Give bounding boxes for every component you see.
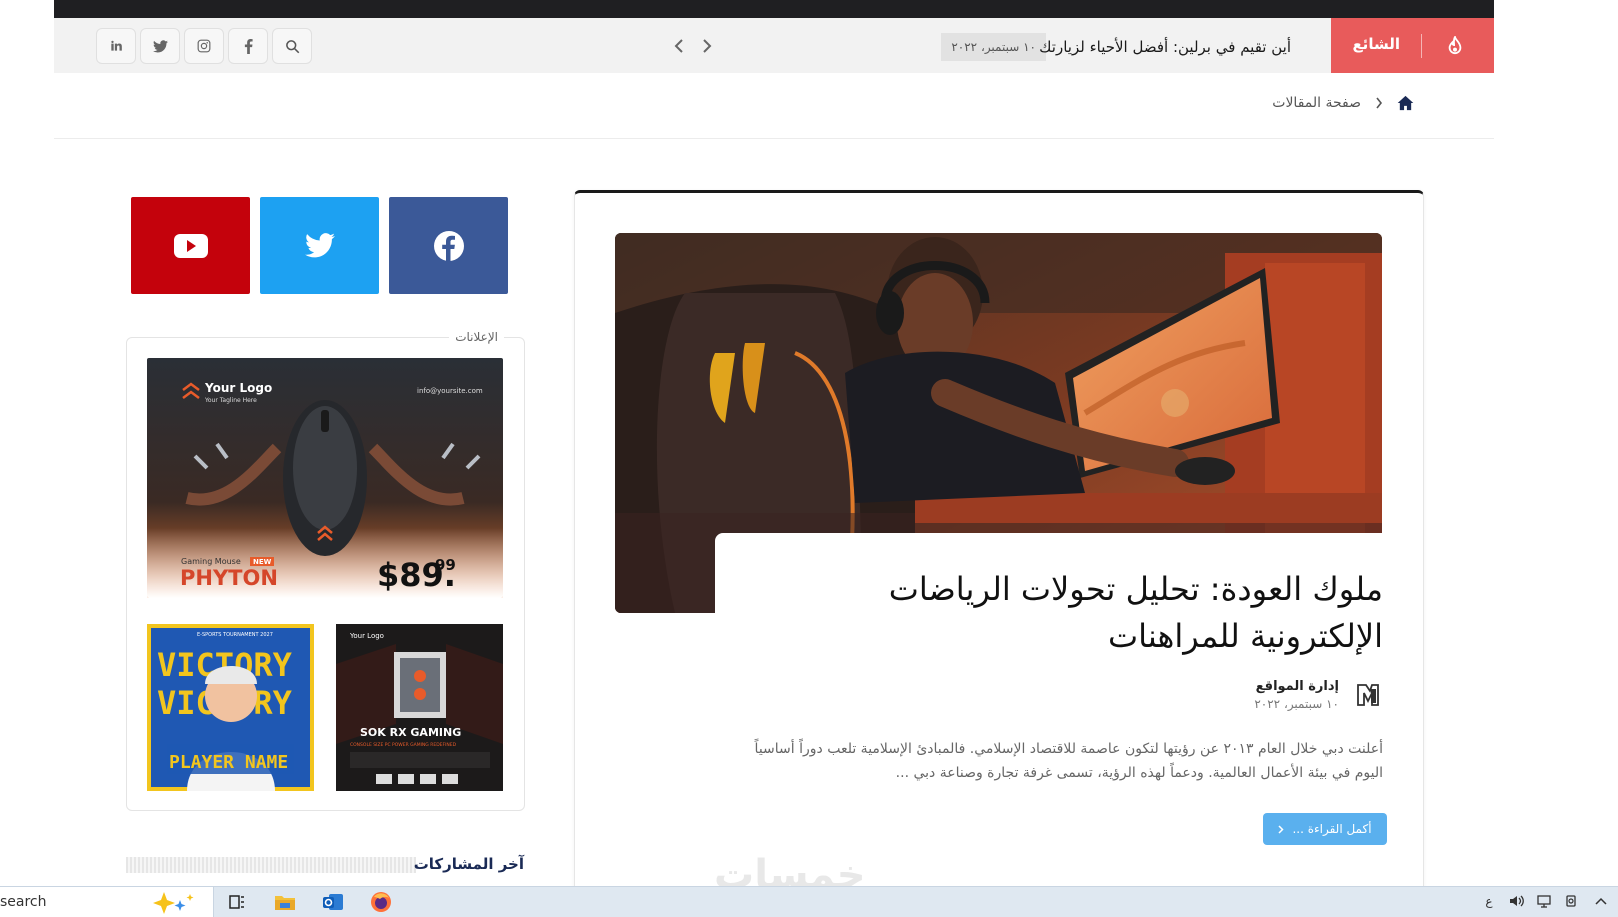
twitter-icon xyxy=(152,39,168,52)
linkedin-link[interactable] xyxy=(96,28,136,64)
twitter-link[interactable] xyxy=(140,28,180,64)
chevron-left-icon xyxy=(674,39,683,53)
author-text: إدارة المواقع ١٠ سبتمبر، ٢٠٢٢ xyxy=(1254,679,1339,711)
trending-label-box: الشائع xyxy=(1331,18,1494,73)
taskbar: search ع xyxy=(0,886,1618,917)
trending-divider xyxy=(1421,34,1422,58)
article-card: ملوك العودة: تحليل تحولات الرياضات الإلك… xyxy=(574,190,1424,886)
author-block: إدارة المواقع ١٠ سبتمبر، ٢٠٢٢ xyxy=(1254,679,1383,711)
latest-posts-divider xyxy=(126,857,416,873)
chevron-up-icon[interactable] xyxy=(1592,891,1610,911)
ad-tagline: Your Tagline Here xyxy=(204,397,257,404)
taskbar-apps xyxy=(222,890,396,914)
taskbar-search-text: search xyxy=(0,894,47,910)
firefox-button[interactable] xyxy=(366,890,396,914)
article-excerpt: أعلنت دبي خلال العام ٢٠١٣ عن رؤيتها لتكو… xyxy=(754,741,1383,781)
youtube-button[interactable] xyxy=(131,197,250,294)
ad-badge: NEW xyxy=(253,558,272,566)
ticker-headline-link[interactable]: أين تقيم في برلين: أفضل الأحياء لزيارتك xyxy=(1039,38,1291,56)
ads-widget: الإعلانات Your Logo Your Tagline Here in… xyxy=(126,330,525,811)
search-button[interactable] xyxy=(272,28,312,64)
file-explorer-button[interactable] xyxy=(270,890,300,914)
watermark: خمسات xyxy=(714,852,866,886)
author-logo-icon xyxy=(1357,684,1379,706)
firefox-icon xyxy=(371,892,391,912)
ad-logo-text: Your Logo xyxy=(204,381,272,395)
ad-banner-gaming-mouse[interactable]: Your Logo Your Tagline Here info@yoursit… xyxy=(147,358,503,598)
ad-esports-tournament[interactable]: E-SPORTS TOURNAMENT 2027 VICTORY VICTORY… xyxy=(147,624,314,791)
author-name-link[interactable]: إدارة المواقع xyxy=(1254,679,1339,694)
chevron-right-icon xyxy=(1278,824,1285,834)
chevron-right-icon xyxy=(1376,97,1383,109)
ad-small2-title: SOK RX GAMING xyxy=(360,726,461,739)
breadcrumb: صفحة المقالات xyxy=(1272,95,1414,111)
sparkle-icon xyxy=(153,892,194,914)
network-icon[interactable] xyxy=(1536,891,1554,911)
ad-small-label: Gaming Mouse xyxy=(181,557,241,566)
twitter-button[interactable] xyxy=(260,197,379,294)
read-more-label: أكمل القراءة ... xyxy=(1292,822,1372,836)
gaming-mouse-ad: Your Logo Your Tagline Here info@yoursit… xyxy=(147,358,503,598)
ad-pc-gaming[interactable]: Your Logo SOK RX GAMING CONSOLE SIZE PC … xyxy=(336,624,503,791)
ad-small1-kicker: E-SPORTS TOURNAMENT 2027 xyxy=(197,632,273,638)
page: ١٠ سبتمبر، ٢٠٢٢ أين تقيم في برلين: أفضل … xyxy=(54,0,1494,886)
system-tray: ع xyxy=(1480,891,1610,911)
facebook-link[interactable] xyxy=(228,28,268,64)
outlook-button[interactable] xyxy=(318,890,348,914)
ad-site: info@yoursite.com xyxy=(417,387,483,395)
breadcrumb-current: صفحة المقالات xyxy=(1272,95,1361,111)
latest-posts-title: آخر المشاركات xyxy=(413,855,524,873)
ad-price-cents: 99 xyxy=(435,556,456,574)
youtube-icon xyxy=(173,233,208,258)
volume-icon[interactable] xyxy=(1508,891,1526,911)
top-bar xyxy=(54,0,1494,18)
ad-product-name: PHYTON xyxy=(180,566,278,590)
tray-lang-indicator[interactable]: ع xyxy=(1480,891,1498,911)
linkedin-icon xyxy=(111,40,122,51)
ad-small2-logo: Your Logo xyxy=(349,632,384,640)
author-avatar[interactable] xyxy=(1353,680,1383,710)
ticker-navigation xyxy=(668,34,718,58)
chevron-right-icon xyxy=(703,39,712,53)
task-view-button[interactable] xyxy=(222,890,252,914)
post-date: ١٠ سبتمبر، ٢٠٢٢ xyxy=(1254,697,1339,711)
ticker-date: ١٠ سبتمبر، ٢٠٢٢ xyxy=(941,33,1046,61)
instagram-link[interactable] xyxy=(184,28,224,64)
ticker-next-button[interactable] xyxy=(696,34,718,58)
folder-icon xyxy=(275,896,295,910)
article-title-link[interactable]: ملوك العودة: تحليل تحولات الرياضات الإلك… xyxy=(763,566,1383,660)
search-icon xyxy=(285,39,299,53)
facebook-icon xyxy=(433,230,464,261)
twitter-icon xyxy=(304,233,335,258)
ad-small2-subtitle: CONSOLE SIZE PC POWER GAMING REDEFINED xyxy=(350,742,457,748)
ad-small1-player: PLAYER NAME xyxy=(169,752,288,773)
facebook-button[interactable] xyxy=(389,197,508,294)
ticker-prev-button[interactable] xyxy=(668,34,690,58)
taskbar-search-box[interactable]: search xyxy=(0,887,214,917)
meet-now-icon[interactable] xyxy=(1564,891,1582,911)
header-social-links xyxy=(96,28,312,64)
ads-widget-title: الإعلانات xyxy=(449,330,504,344)
instagram-icon xyxy=(197,39,211,53)
pc-gaming-ad: Your Logo SOK RX GAMING CONSOLE SIZE PC … xyxy=(336,624,503,791)
task-view-icon xyxy=(229,895,244,909)
flame-icon xyxy=(1448,36,1462,55)
read-more-button[interactable]: أكمل القراءة ... xyxy=(1263,813,1387,845)
outlook-icon xyxy=(323,894,343,910)
breadcrumb-row: صفحة المقالات xyxy=(54,73,1494,139)
sidebar-social-buttons xyxy=(131,197,508,294)
home-icon[interactable] xyxy=(1397,95,1414,111)
trending-label: الشائع xyxy=(1352,35,1400,53)
header-row: ١٠ سبتمبر، ٢٠٢٢ أين تقيم في برلين: أفضل … xyxy=(54,18,1494,73)
esports-tournament-ad: E-SPORTS TOURNAMENT 2027 VICTORY VICTORY… xyxy=(147,624,314,791)
facebook-icon xyxy=(244,38,253,54)
